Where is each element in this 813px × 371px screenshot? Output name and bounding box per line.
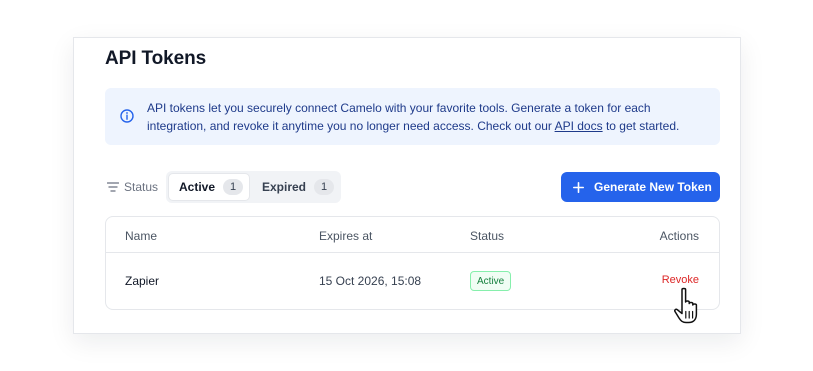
status-tabs: Active 1 Expired 1 bbox=[166, 171, 341, 203]
info-banner: API tokens let you securely connect Came… bbox=[105, 88, 720, 145]
tokens-table: Name Expires at Status Actions Zapier 15… bbox=[105, 216, 720, 310]
column-header-expires-at: Expires at bbox=[319, 229, 373, 243]
api-docs-link[interactable]: API docs bbox=[555, 119, 603, 133]
tab-active-count: 1 bbox=[223, 179, 244, 195]
info-text-line2: integration, and revoke it anytime you n… bbox=[147, 117, 707, 135]
generate-new-token-label: Generate New Token bbox=[594, 180, 712, 194]
page-title: API Tokens bbox=[105, 48, 207, 69]
token-expires-at: 15 Oct 2026, 15:08 bbox=[319, 274, 422, 288]
plus-icon bbox=[573, 181, 584, 193]
tab-expired[interactable]: Expired 1 bbox=[260, 173, 338, 201]
status-filter-label: Status bbox=[124, 180, 159, 194]
tab-active[interactable]: Active 1 bbox=[168, 173, 250, 201]
info-icon bbox=[120, 109, 134, 123]
status-badge: Active bbox=[470, 271, 512, 291]
table-row: Zapier 15 Oct 2026, 15:08 Active Revoke bbox=[106, 253, 719, 309]
column-header-name: Name bbox=[125, 229, 158, 243]
hand-pointer-cursor-icon bbox=[674, 287, 698, 324]
generate-new-token-button[interactable]: Generate New Token bbox=[561, 172, 720, 202]
info-text-before-link: integration, and revoke it anytime you n… bbox=[147, 119, 555, 133]
tab-expired-count: 1 bbox=[314, 179, 335, 195]
info-text-after-link: to get started. bbox=[602, 119, 680, 133]
info-text-line1: API tokens let you securely connect Came… bbox=[147, 101, 651, 115]
tab-expired-label: Expired bbox=[262, 180, 307, 194]
column-header-actions: Actions bbox=[659, 229, 699, 243]
info-text: API tokens let you securely connect Came… bbox=[147, 99, 707, 135]
revoke-button[interactable]: Revoke bbox=[662, 274, 699, 286]
tab-active-label: Active bbox=[179, 180, 216, 194]
api-tokens-card: API Tokens API tokens let you securely c… bbox=[73, 37, 741, 334]
token-name: Zapier bbox=[125, 274, 160, 288]
column-header-status: Status bbox=[470, 229, 505, 243]
table-header: Name Expires at Status Actions bbox=[106, 217, 719, 253]
filter-lines-icon bbox=[107, 182, 119, 192]
